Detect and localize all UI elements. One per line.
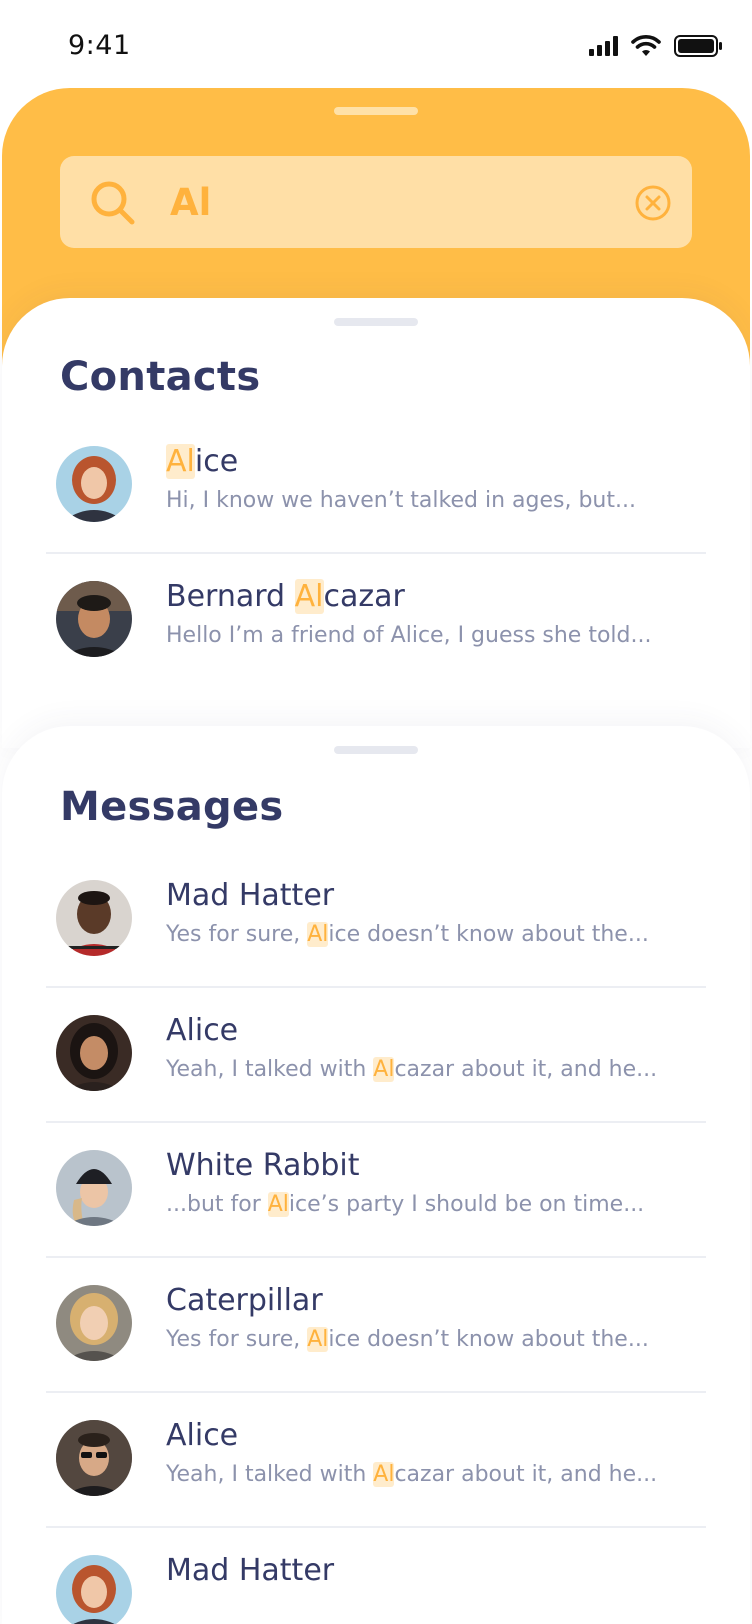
message-item[interactable]: Mad Hatter xyxy=(2,1523,750,1624)
avatar xyxy=(56,1150,132,1226)
messages-card: Messages Mad Hatter Yes for sure, Alice … xyxy=(2,726,750,1624)
avatar xyxy=(56,446,132,522)
contacts-card: Contacts Alice Hi, I know we haven’t tal… xyxy=(2,298,750,748)
wifi-icon xyxy=(631,35,661,56)
message-snippet: ...but for Alice’s party I should be on … xyxy=(166,1192,645,1217)
avatar xyxy=(56,880,132,956)
status-time: 9:41 xyxy=(68,30,131,61)
message-item[interactable]: White Rabbit ...but for Alice’s party I … xyxy=(2,1118,750,1258)
message-item[interactable]: Alice Yeah, I talked with Alcazar about … xyxy=(2,1388,750,1528)
message-item[interactable]: Mad Hatter Yes for sure, Alice doesn’t k… xyxy=(2,848,750,988)
search-bar[interactable] xyxy=(60,156,692,248)
message-sender: Mad Hatter xyxy=(166,878,335,913)
message-sender: White Rabbit xyxy=(166,1148,360,1183)
search-panel-grab-handle[interactable] xyxy=(334,107,418,115)
message-sender: Alice xyxy=(166,1418,239,1453)
contact-item[interactable]: Alice Hi, I know we haven’t talked in ag… xyxy=(2,414,750,554)
message-item[interactable]: Alice Yeah, I talked with Alcazar about … xyxy=(2,983,750,1123)
message-item[interactable]: Caterpillar Yes for sure, Alice doesn’t … xyxy=(2,1253,750,1393)
avatar xyxy=(56,1015,132,1091)
avatar xyxy=(56,1420,132,1496)
message-snippet: Yes for sure, Alice doesn’t know about t… xyxy=(166,922,649,947)
status-bar: 9:41 xyxy=(0,0,752,88)
search-icon xyxy=(91,181,135,225)
message-snippet: Yeah, I talked with Alcazar about it, an… xyxy=(166,1462,658,1487)
avatar xyxy=(56,581,132,657)
avatar xyxy=(56,1555,132,1624)
message-sender: Alice xyxy=(166,1013,239,1048)
contact-name: Bernard Alcazar xyxy=(166,579,405,614)
message-snippet: Yes for sure, Alice doesn’t know about t… xyxy=(166,1327,649,1352)
cellular-signal-icon xyxy=(589,36,618,56)
message-sender: Caterpillar xyxy=(166,1283,323,1318)
status-icons xyxy=(589,34,722,58)
message-snippet: Yeah, I talked with Alcazar about it, an… xyxy=(166,1057,658,1082)
search-input[interactable] xyxy=(170,174,570,230)
messages-title: Messages xyxy=(60,784,284,830)
contacts-grab-handle[interactable] xyxy=(334,318,418,326)
message-sender: Mad Hatter xyxy=(166,1553,335,1588)
contacts-title: Contacts xyxy=(60,354,261,400)
avatar xyxy=(56,1285,132,1361)
battery-icon xyxy=(674,35,722,57)
contact-snippet: Hi, I know we haven’t talked in ages, bu… xyxy=(166,488,636,513)
contact-name: Alice xyxy=(166,444,239,479)
contact-item[interactable]: Bernard Alcazar Hello I’m a friend of Al… xyxy=(2,549,750,689)
contact-snippet: Hello I’m a friend of Alice, I guess she… xyxy=(166,623,652,648)
messages-grab-handle[interactable] xyxy=(334,746,418,754)
clear-search-icon[interactable] xyxy=(634,184,672,222)
